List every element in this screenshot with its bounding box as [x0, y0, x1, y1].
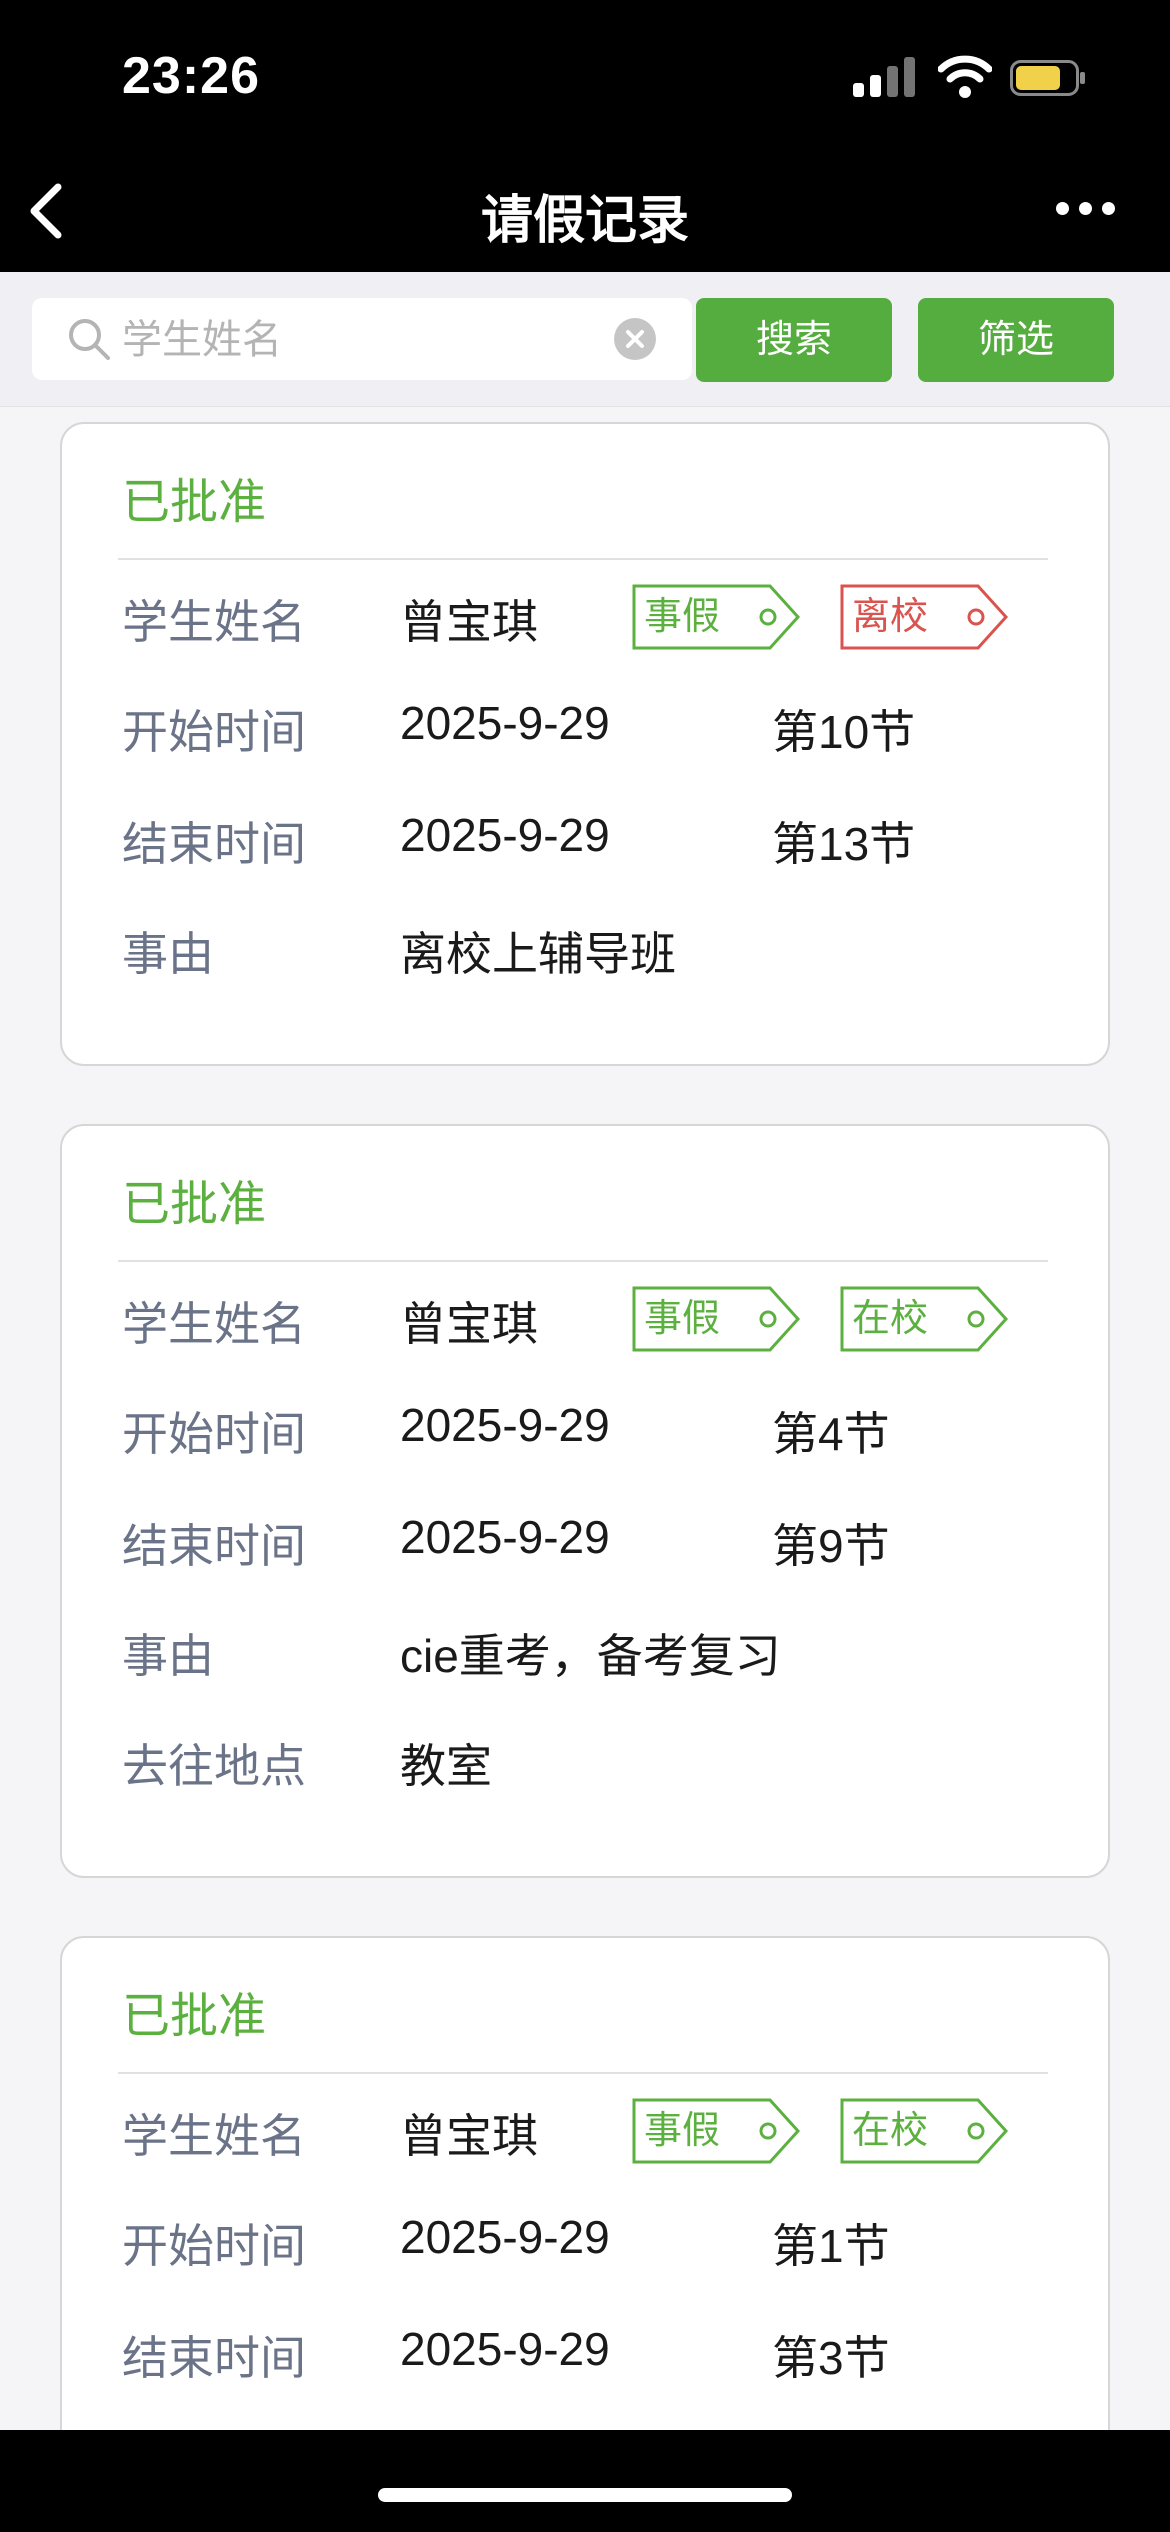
student-name-label: 学生姓名	[122, 1298, 306, 1350]
location-type-tag: 在校	[840, 1286, 1010, 1352]
divider	[118, 2072, 1048, 2074]
page-title: 请假记录	[480, 192, 689, 250]
destination-label: 去往地点	[122, 1740, 306, 1792]
start-time-label: 开始时间	[122, 1408, 306, 1460]
search-input[interactable]	[120, 298, 624, 382]
filter-button[interactable]: 筛选	[918, 298, 1114, 382]
top-bar: 23:26 请假记录	[0, 0, 1170, 272]
end-time-label: 结束时间	[122, 818, 306, 870]
end-time-label: 结束时间	[122, 1520, 306, 1572]
more-options-icon[interactable]	[1050, 190, 1120, 226]
student-name: 曾宝琪	[400, 2110, 538, 2162]
leave-record-card[interactable]: 已批准 学生姓名 曾宝琪 事假 在校 开始时间 2025-9-29 第4节 结束…	[60, 1124, 1110, 1878]
student-name: 曾宝琪	[400, 1298, 538, 1350]
location-type-tag: 离校	[840, 584, 1010, 650]
student-name-label: 学生姓名	[122, 2110, 306, 2162]
start-period: 第1节	[772, 2220, 890, 2272]
reason-label: 事由	[122, 1630, 214, 1682]
search-bar: 搜索 筛选	[0, 272, 1170, 407]
status-label: 已批准	[122, 476, 267, 529]
status-time: 23:26	[122, 47, 260, 105]
end-date: 2025-9-29	[400, 2323, 610, 2375]
start-time-label: 开始时间	[122, 2220, 306, 2272]
start-period: 第4节	[772, 1408, 890, 1460]
leave-type-tag: 事假	[632, 2098, 802, 2164]
cellular-signal-icon	[853, 55, 915, 97]
search-icon	[69, 319, 110, 360]
home-indicator[interactable]	[378, 2488, 792, 2502]
reason-label: 事由	[122, 928, 214, 980]
status-label: 已批准	[122, 1178, 267, 1231]
end-time-label: 结束时间	[122, 2332, 306, 2384]
reason: cie重考，备考复习	[400, 1630, 781, 1682]
reason: 离校上辅导班	[400, 928, 676, 980]
location-type-tag: 在校	[840, 2098, 1010, 2164]
leave-record-card[interactable]: 已批准 学生姓名 曾宝琪 事假 在校 开始时间 2025-9-29 第1节 结束…	[60, 1936, 1110, 2496]
leave-type-tag: 事假	[632, 1286, 802, 1352]
search-box	[32, 298, 692, 382]
destination: 教室	[400, 1740, 492, 1792]
divider	[118, 558, 1048, 560]
start-date: 2025-9-29	[400, 2211, 610, 2263]
end-period: 第3节	[772, 2332, 890, 2384]
end-period: 第9节	[772, 1520, 890, 1572]
student-name-label: 学生姓名	[122, 596, 306, 648]
start-time-label: 开始时间	[122, 706, 306, 758]
battery-icon	[1010, 60, 1086, 96]
divider	[118, 1260, 1048, 1262]
clear-search-icon[interactable]	[614, 318, 656, 360]
end-date: 2025-9-29	[400, 1511, 610, 1563]
end-date: 2025-9-29	[400, 809, 610, 861]
wifi-icon	[937, 52, 993, 98]
end-period: 第13节	[772, 818, 916, 870]
bottom-bar	[0, 2430, 1170, 2532]
start-period: 第10节	[772, 706, 916, 758]
student-name: 曾宝琪	[400, 596, 538, 648]
search-button[interactable]: 搜索	[696, 298, 892, 382]
leave-type-tag: 事假	[632, 584, 802, 650]
start-date: 2025-9-29	[400, 1399, 610, 1451]
start-date: 2025-9-29	[400, 697, 610, 749]
leave-record-card[interactable]: 已批准 学生姓名 曾宝琪 事假 离校 开始时间 2025-9-29 第10节 结…	[60, 422, 1110, 1066]
status-label: 已批准	[122, 1990, 267, 2043]
